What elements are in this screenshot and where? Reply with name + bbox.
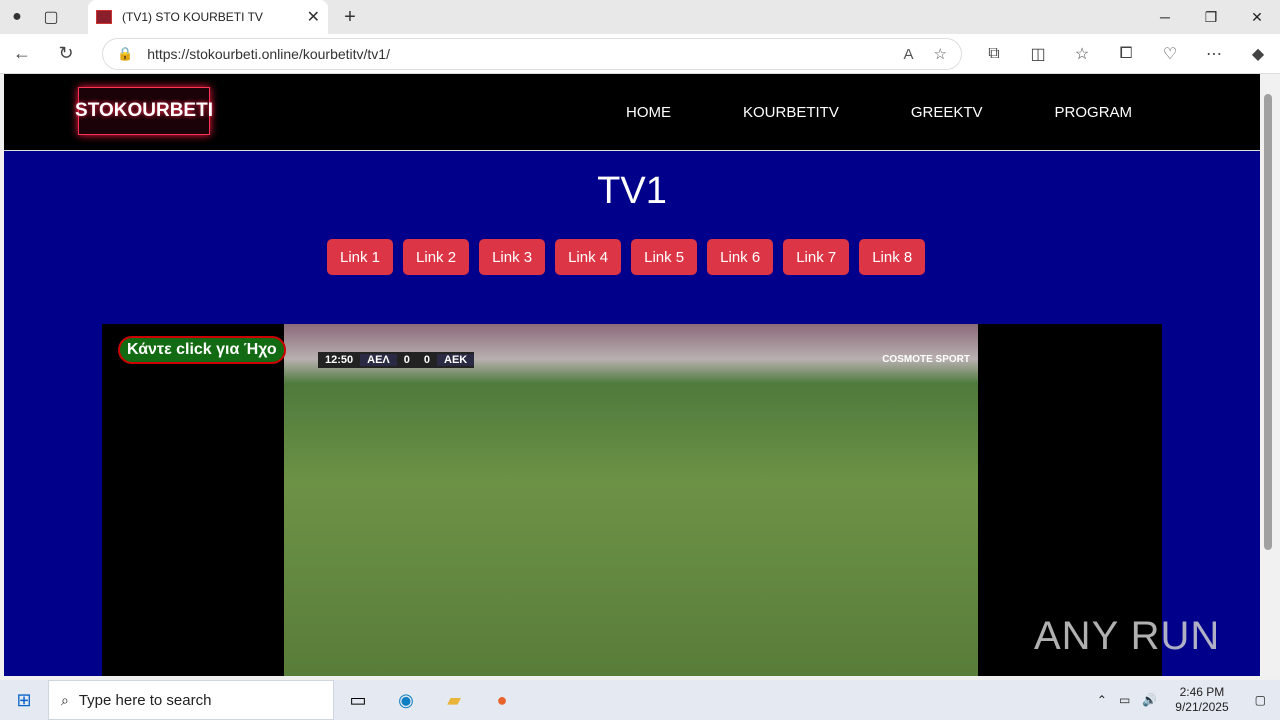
windows-start-icon[interactable]: ⊞ — [0, 680, 48, 720]
copilot-icon[interactable]: ◆ — [1236, 44, 1280, 64]
file-explorer-icon[interactable]: ▰ — [430, 680, 478, 720]
search-placeholder: Type here to search — [78, 691, 212, 709]
system-tray: ⌃ ▭ 🔊 2:46 PM 9/21/2025 ▢ — [1091, 680, 1280, 720]
away-score: 0 — [423, 354, 431, 366]
network-icon[interactable]: ▭ — [1119, 693, 1130, 707]
link-3-button[interactable]: Link 3 — [479, 239, 546, 275]
menu-home[interactable]: HOME — [626, 104, 671, 121]
page-title: TV1 — [597, 170, 667, 212]
page-scrollbar[interactable] — [1260, 74, 1280, 676]
anyrun-watermark: ANY RUN — [1034, 614, 1221, 658]
enable-sound-button[interactable]: Κάντε click για Ήχο — [118, 336, 286, 364]
address-bar-row: ← ↻ 🔒 https://stokourbeti.online/kourbet… — [0, 34, 1280, 74]
link-8-button[interactable]: Link 8 — [859, 239, 926, 275]
volume-icon[interactable]: 🔊 — [1142, 693, 1157, 707]
link-2-button[interactable]: Link 2 — [403, 239, 470, 275]
link-5-button[interactable]: Link 5 — [631, 239, 698, 275]
show-hidden-icons-icon[interactable]: ⌃ — [1097, 693, 1107, 707]
window-controls: ─ ❐ ✕ — [1142, 0, 1280, 34]
tab-strip: ● ▢ (TV1) STO KOURBETI TV ✕ + ─ ❐ ✕ — [0, 0, 1280, 34]
tab-actions-icon[interactable]: ▢ — [34, 0, 68, 34]
notifications-icon[interactable]: ▢ — [1255, 693, 1266, 707]
close-window-icon[interactable]: ✕ — [1234, 0, 1280, 34]
stream-links: Link 1 Link 2 Link 3 Link 4 Link 5 Link … — [327, 239, 935, 275]
clock-date: 9/21/2025 — [1175, 700, 1229, 714]
video-frame[interactable]: 12:50 ΑΕΛ 0 0 ΑΕΚ COSMOTE SPORT — [284, 324, 978, 676]
link-7-button[interactable]: Link 7 — [783, 239, 850, 275]
match-clock: 12:50 — [325, 354, 354, 366]
site-logo[interactable]: STOKOURBETI — [75, 87, 213, 135]
edge-icon[interactable]: ◉ — [382, 680, 430, 720]
task-view-icon[interactable]: ▭ — [334, 680, 382, 720]
video-player[interactable]: 12:50 ΑΕΛ 0 0 ΑΕΚ COSMOTE SPORT Κάντε cl… — [102, 324, 1162, 676]
refresh-button[interactable]: ↻ — [44, 34, 88, 74]
firefox-icon[interactable]: ● — [478, 680, 526, 720]
scoreboard: 12:50 ΑΕΛ 0 0 ΑΕΚ — [318, 352, 475, 368]
home-team: ΑΕΛ — [360, 354, 397, 366]
new-tab-button[interactable]: + — [338, 4, 362, 30]
collections-icon[interactable]: ⧠ — [1104, 45, 1148, 63]
favorites-icon[interactable]: ☆ — [1060, 44, 1104, 64]
browser-tab[interactable]: (TV1) STO KOURBETI TV ✕ — [88, 0, 328, 34]
broadcaster-logo: COSMOTE SPORT — [882, 354, 970, 365]
taskbar: ⊞ ⌕ Type here to search ▭ ◉ ▰ ● ⌃ ▭ 🔊 2:… — [0, 680, 1280, 720]
restore-icon[interactable]: ❐ — [1188, 0, 1234, 34]
menu-kourbetitv[interactable]: KOURBETITV — [743, 104, 839, 121]
site-header: STOKOURBETI HOME KOURBETITV GREEKTV PROG… — [4, 74, 1260, 151]
link-4-button[interactable]: Link 4 — [555, 239, 622, 275]
main-menu: HOME KOURBETITV GREEKTV PROGRAM — [590, 74, 1168, 151]
taskbar-clock[interactable]: 2:46 PM 9/21/2025 — [1175, 685, 1228, 715]
extensions-icon[interactable]: ⧉ — [972, 45, 1016, 63]
browser-toolbar: ⧉ ◫ ☆ ⧠ ♡ ⋯ ◆ — [972, 34, 1280, 74]
link-1-button[interactable]: Link 1 — [327, 239, 394, 275]
favorite-star-icon[interactable]: ☆ — [934, 45, 947, 63]
lock-icon[interactable]: 🔒 — [117, 46, 133, 62]
profile-icon[interactable]: ● — [0, 0, 34, 34]
read-aloud-icon[interactable]: A — [904, 46, 914, 63]
link-6-button[interactable]: Link 6 — [707, 239, 774, 275]
settings-more-icon[interactable]: ⋯ — [1192, 44, 1236, 64]
minimize-icon[interactable]: ─ — [1142, 0, 1188, 34]
browser-essentials-icon[interactable]: ♡ — [1148, 44, 1192, 64]
taskbar-search[interactable]: ⌕ Type here to search — [48, 680, 334, 720]
split-screen-icon[interactable]: ◫ — [1016, 44, 1060, 64]
menu-program[interactable]: PROGRAM — [1055, 104, 1133, 121]
tab-title: (TV1) STO KOURBETI TV — [122, 10, 263, 24]
back-button[interactable]: ← — [0, 34, 44, 74]
home-score: 0 — [403, 354, 410, 366]
web-page: STOKOURBETI HOME KOURBETITV GREEKTV PROG… — [4, 74, 1260, 676]
url-text[interactable]: https://stokourbeti.online/kourbetitv/tv… — [147, 46, 883, 62]
address-bar[interactable]: 🔒 https://stokourbeti.online/kourbetitv/… — [102, 38, 962, 70]
search-icon: ⌕ — [61, 691, 69, 708]
close-tab-icon[interactable]: ✕ — [307, 7, 320, 27]
scrollbar-thumb[interactable] — [1264, 94, 1272, 550]
site-favicon-icon — [96, 10, 112, 24]
away-team: ΑΕΚ — [437, 354, 475, 366]
clock-time: 2:46 PM — [1179, 685, 1225, 699]
menu-greektv[interactable]: GREEKTV — [911, 104, 983, 121]
